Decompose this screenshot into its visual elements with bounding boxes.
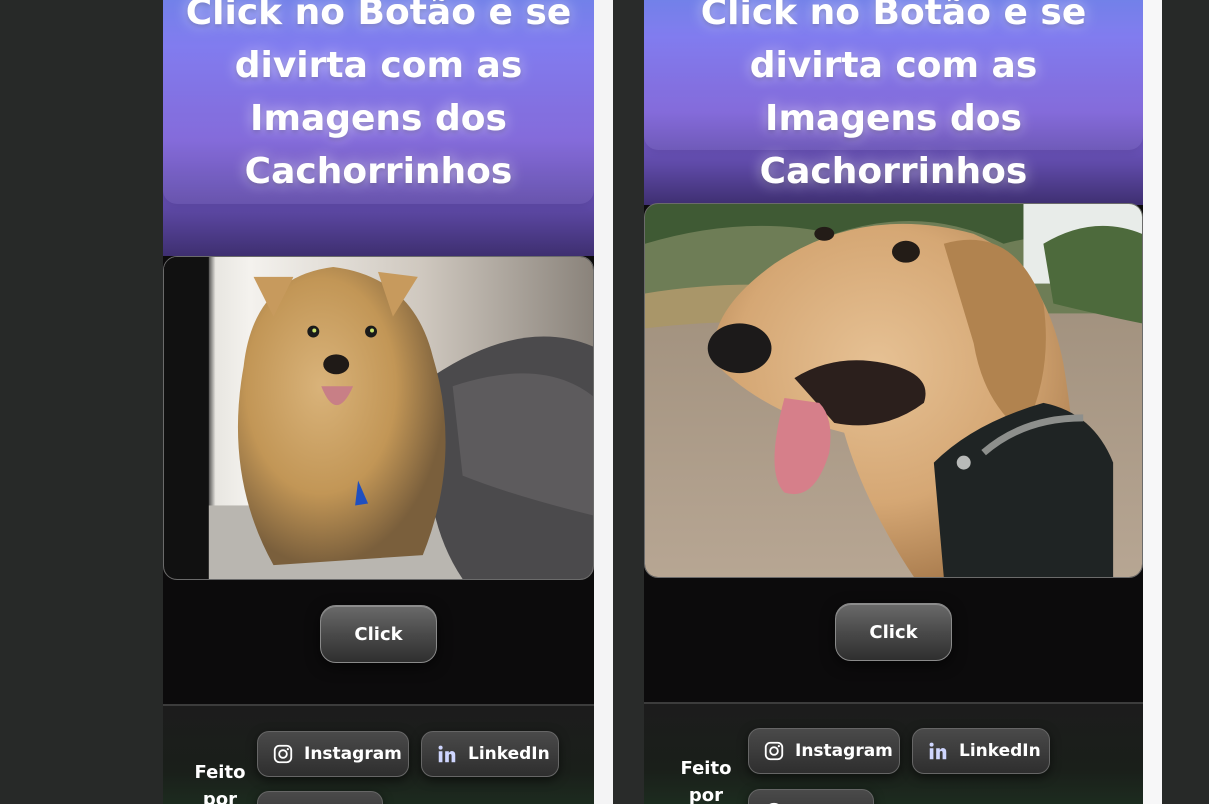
title-card: Click no Botão e se divirta com as Image…: [163, 0, 594, 204]
linkedin-label: LinkedIn: [468, 744, 550, 764]
footer: Feito por Instagram LinkedIn: [644, 702, 1143, 804]
click-button[interactable]: Click: [320, 605, 437, 663]
page-title: Click no Botão e se divirta com as Image…: [700, 0, 1087, 192]
click-button[interactable]: Click: [835, 603, 952, 661]
dog-image: [163, 256, 594, 580]
instagram-icon: [272, 743, 294, 765]
linkedin-link[interactable]: LinkedIn: [912, 728, 1050, 774]
made-by-label: Feito por: [680, 758, 732, 804]
page-background-middle: [613, 0, 644, 804]
linkedin-icon: [436, 743, 458, 765]
dog-app-panel-right: Click no Botão e se divirta com as Image…: [644, 0, 1143, 804]
yorkshire-terrier-photo: [164, 257, 593, 579]
linkedin-icon: [927, 740, 949, 762]
hero-header: Click no Botão e se divirta com as Image…: [644, 0, 1143, 205]
window-gutter-right: [1143, 0, 1162, 804]
linkedin-label: LinkedIn: [959, 741, 1041, 761]
instagram-label: Instagram: [304, 744, 402, 764]
instagram-link[interactable]: Instagram: [748, 728, 900, 774]
dog-app-panel-left: Click no Botão e se divirta com as Image…: [163, 0, 594, 804]
instagram-label: Instagram: [795, 741, 893, 761]
window-gutter: [594, 0, 613, 804]
instagram-icon: [763, 740, 785, 762]
page-background-left: [0, 0, 163, 804]
linkedin-link[interactable]: LinkedIn: [421, 731, 559, 777]
page-background-right: [1162, 0, 1209, 804]
github-link[interactable]: [257, 791, 383, 804]
dog-image: [644, 203, 1143, 578]
instagram-link[interactable]: Instagram: [257, 731, 409, 777]
hound-dog-photo: [645, 204, 1142, 577]
page-title: Click no Botão e se divirta com as Image…: [185, 0, 572, 192]
title-card: Click no Botão e se divirta com as Image…: [644, 0, 1143, 192]
made-by-label: Feito por: [194, 762, 246, 804]
github-link[interactable]: [748, 789, 874, 804]
footer: Feito por Instagram LinkedIn: [163, 704, 594, 804]
hero-header: Click no Botão e se divirta com as Image…: [163, 0, 594, 256]
